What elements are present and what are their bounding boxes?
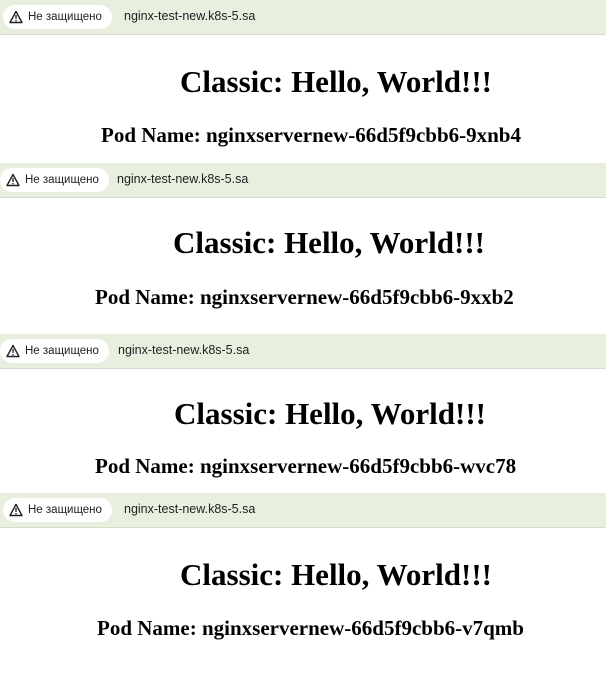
warning-triangle-icon [9,503,23,517]
warning-triangle-icon [9,10,23,24]
pod-name-text: Pod Name: nginxservernew-66d5f9cbb6-9xnb… [101,123,521,147]
warning-triangle-icon [6,344,20,358]
url-text[interactable]: nginx-test-new.k8s-5.sa [117,172,248,186]
address-bar[interactable]: Не защищено nginx-test-new.k8s-5.sa [0,163,606,198]
pod-name-text: Pod Name: nginxservernew-66d5f9cbb6-v7qm… [97,616,524,640]
page-heading: Classic: Hello, World!!! [180,557,492,592]
address-bar[interactable]: Не защищено nginx-test-new.k8s-5.sa [0,493,606,528]
address-bar[interactable]: Не защищено nginx-test-new.k8s-5.sa [0,0,606,35]
page-heading: Classic: Hello, World!!! [180,64,492,99]
not-secure-chip[interactable]: Не защищено [3,498,112,522]
not-secure-label: Не защищено [28,504,102,516]
not-secure-chip[interactable]: Не защищено [3,5,112,29]
browser-window-2: Не защищено nginx-test-new.k8s-5.sa Clas… [0,163,606,333]
address-bar[interactable]: Не защищено nginx-test-new.k8s-5.sa [0,334,606,369]
url-text[interactable]: nginx-test-new.k8s-5.sa [124,9,255,23]
page-heading: Classic: Hello, World!!! [174,396,486,431]
not-secure-label: Не защищено [25,345,99,357]
not-secure-label: Не защищено [28,11,102,23]
not-secure-label: Не защищено [25,174,99,186]
pod-name-text: Pod Name: nginxservernew-66d5f9cbb6-wvc7… [95,454,517,478]
browser-window-3: Не защищено nginx-test-new.k8s-5.sa Clas… [0,334,606,492]
browser-window-1: Не защищено nginx-test-new.k8s-5.sa Clas… [0,0,606,162]
url-text[interactable]: nginx-test-new.k8s-5.sa [124,502,255,516]
not-secure-chip[interactable]: Не защищено [0,339,109,363]
warning-triangle-icon [6,173,20,187]
pod-name-text: Pod Name: nginxservernew-66d5f9cbb6-9xxb… [95,285,514,309]
not-secure-chip[interactable]: Не защищено [0,168,109,192]
browser-window-4: Не защищено nginx-test-new.k8s-5.sa Clas… [0,493,606,679]
page-heading: Classic: Hello, World!!! [173,225,485,260]
url-text[interactable]: nginx-test-new.k8s-5.sa [118,343,249,357]
